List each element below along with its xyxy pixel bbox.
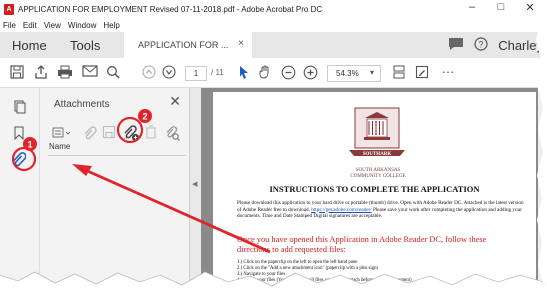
page-number-input[interactable]: 1 [185,66,207,81]
chevron-down-icon: ▾ [369,68,374,77]
instructions-heading: INSTRUCTIONS TO COMPLETE THE APPLICATION [269,184,480,194]
email-icon[interactable] [82,65,98,77]
user-name[interactable]: Charley [498,38,543,53]
tab-home[interactable]: Home [12,38,70,53]
collapse-panel-icon[interactable]: ◀ [192,180,197,188]
download-instructions: Please download this application to your… [237,200,527,220]
panel-splitter[interactable]: ◀ [190,88,201,295]
name-column-label: Name [49,142,71,151]
open-attachment-icon[interactable] [82,125,98,143]
next-page-icon[interactable] [162,65,176,79]
tab-tools[interactable]: Tools [70,38,124,53]
svg-text:SOUTHARK: SOUTHARK [363,152,392,157]
print-icon[interactable] [57,65,73,79]
pdf-page: SOUTHARK SOUTH ARKANSAS COMMUNITY COLLEG… [213,92,536,295]
attachments-paperclip-icon[interactable] [12,152,27,170]
share-icon[interactable] [34,65,48,79]
scroll-up-icon[interactable]: ▲ [539,90,545,96]
college-logo-icon: SOUTHARK [349,107,405,157]
sort-caret-icon: ^ [124,137,128,144]
page-display-icon[interactable] [392,65,406,79]
college-name-line-2: COMMUNITY COLLEGE [350,174,406,179]
fill-sign-icon[interactable] [415,65,429,79]
save-attachment-icon[interactable] [102,125,116,141]
zoom-level-value: 54.3% [336,69,359,78]
delete-attachment-icon[interactable] [145,125,157,141]
hand-tool-icon[interactable] [258,65,272,79]
window-titlebar: A APPLICATION FOR EMPLOYMENT Revised 07-… [0,0,547,18]
attachments-panel: Attachments ✕ Name ^ [40,88,190,295]
vertical-scrollbar[interactable]: ▲ [538,88,547,295]
red-instruction: Once you have opened this Application in… [237,235,487,254]
search-attachment-icon[interactable] [164,125,180,143]
left-navigation-rail [0,88,40,295]
header-right: ? Charley [448,32,547,58]
menu-window[interactable]: Window [68,21,96,30]
menu-help[interactable]: Help [103,21,119,30]
select-tool-icon[interactable] [238,65,250,79]
zoom-out-icon[interactable] [281,65,296,80]
more-tools-icon[interactable]: ⋯ [442,65,454,79]
svg-text:?: ? [479,40,484,50]
close-panel-button[interactable]: ✕ [169,93,181,110]
name-column-header[interactable]: Name ^ [48,137,186,156]
page-total: / 11 [211,68,224,77]
tab-close-button[interactable]: × [238,38,244,49]
help-icon[interactable]: ? [474,37,488,53]
page-thumbnails-icon[interactable] [14,100,26,116]
tab-document-label: APPLICATION FOR ... [138,40,229,50]
attachments-toolbar [46,122,186,144]
menu-edit[interactable]: Edit [23,21,37,30]
comments-icon[interactable] [448,37,464,53]
tab-bar: Home Tools APPLICATION FOR ... × ? Charl… [0,32,547,58]
document-viewport[interactable]: SOUTHARK SOUTH ARKANSAS COMMUNITY COLLEG… [201,88,547,295]
minimize-button[interactable]: – [458,1,486,13]
step-item: 4.) Attach your files (You may attach al… [237,278,412,283]
college-name: SOUTH ARKANSAS COMMUNITY COLLEGE [313,168,443,180]
attachments-title: Attachments [54,99,110,110]
zoom-level-select[interactable]: 54.3% ▾ [327,65,381,82]
find-icon[interactable] [106,65,120,79]
zoom-in-icon[interactable] [303,65,318,80]
tab-document[interactable]: APPLICATION FOR ... × [124,32,252,58]
menu-view[interactable]: View [44,21,61,30]
menu-bar: File Edit View Window Help [0,18,547,32]
previous-page-icon[interactable] [142,65,156,79]
maximize-button[interactable]: □ [487,1,515,13]
acrobat-logo-icon: A [4,3,14,15]
save-icon[interactable] [10,65,24,79]
menu-file[interactable]: File [3,21,16,30]
main-toolbar: 1 / 11 54.3% ▾ ⋯ [0,58,547,88]
options-menu-icon[interactable] [52,126,72,142]
window-title: APPLICATION FOR EMPLOYMENT Revised 07-11… [18,4,323,14]
steps-list: 1.) Click on the paperclip on the left t… [237,260,527,284]
bookmarks-icon[interactable] [14,126,24,142]
close-window-button[interactable]: ✕ [516,1,544,14]
adobe-reader-link[interactable]: https://get.adobe.com/reader/ [311,207,372,213]
